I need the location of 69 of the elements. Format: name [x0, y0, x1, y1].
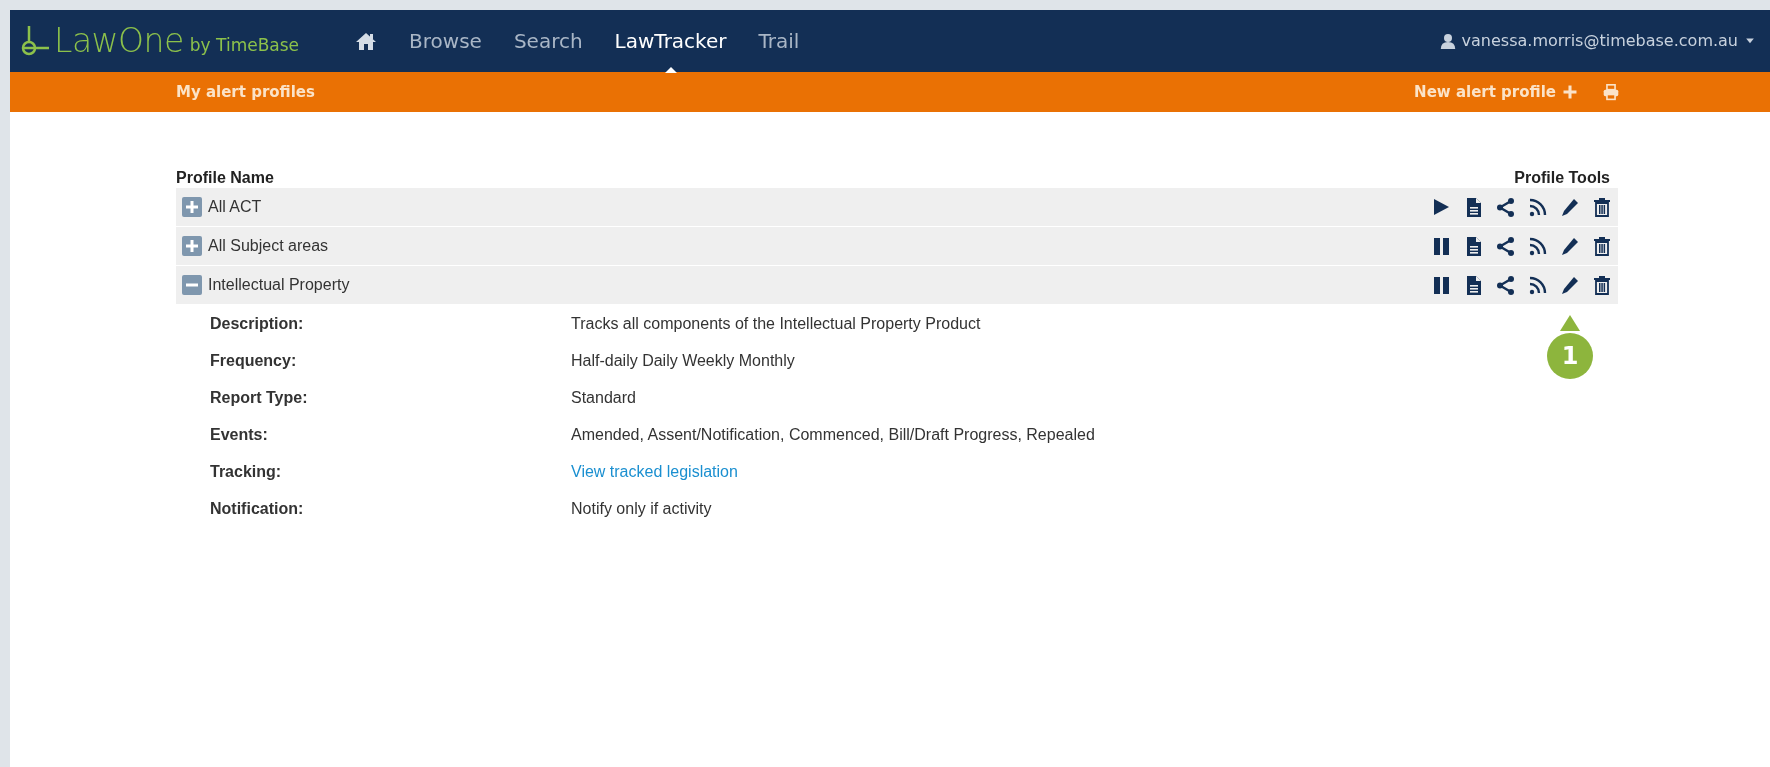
share-button[interactable]	[1496, 235, 1516, 257]
pencil-icon	[1560, 235, 1580, 257]
detail-value: Tracks all components of the Intellectual Property Product	[571, 313, 981, 334]
callout-badge: 1	[1547, 332, 1593, 379]
pause-icon	[1432, 235, 1452, 257]
detail-label: Report Type:	[210, 387, 309, 408]
share-button[interactable]	[1496, 274, 1516, 296]
pencil-icon	[1560, 274, 1580, 296]
print-icon	[1602, 83, 1620, 101]
pause-icon	[1432, 274, 1452, 296]
nav-link[interactable]: Browse	[393, 10, 498, 72]
user-icon	[1439, 32, 1456, 50]
document-icon	[1464, 274, 1484, 296]
plus-icon	[1562, 84, 1578, 100]
column-header: Profile Name	[176, 168, 274, 188]
rss-icon	[1528, 235, 1548, 257]
rss-button[interactable]	[1528, 196, 1548, 218]
expand-toggle[interactable]	[182, 275, 202, 295]
tracked-legislation-link[interactable]: View tracked legislation	[571, 459, 738, 484]
brand-name: LawOne	[54, 20, 184, 63]
detail-label: Notification:	[210, 498, 305, 519]
delete-button[interactable]	[1592, 274, 1612, 296]
expand-toggle[interactable]	[182, 236, 202, 256]
share-icon	[1496, 235, 1516, 257]
caret-icon	[1744, 36, 1756, 46]
rss-button[interactable]	[1528, 274, 1548, 296]
detail-value: Standard	[571, 387, 636, 408]
report-button[interactable]	[1464, 196, 1484, 218]
document-icon	[1464, 235, 1484, 257]
detail-label: Description:	[210, 313, 305, 334]
column-header: Profile Tools	[1514, 168, 1611, 188]
edit-button[interactable]	[1560, 235, 1580, 257]
delete-button[interactable]	[1592, 235, 1612, 257]
page-title: My alert profiles	[176, 81, 315, 103]
detail-value: Amended, Assent/Notification, Commenced, Bill/Draft Progress, Repealed	[571, 424, 1095, 445]
detail-label: Events:	[210, 424, 269, 445]
nav-link[interactable]: Search	[497, 10, 599, 72]
report-button[interactable]	[1464, 274, 1484, 296]
user-menu[interactable]: vanessa.morris@timebase.com.au	[1439, 29, 1756, 53]
rss-button[interactable]	[1528, 235, 1548, 257]
pencil-icon	[1560, 196, 1580, 218]
profile-name: All Subject areas	[208, 236, 329, 256]
nav-link[interactable]: Trail	[742, 10, 816, 72]
nav-link[interactable]: LawTracker	[598, 10, 743, 72]
detail-value: Half-daily Daily Weekly Monthly	[571, 350, 795, 371]
profile-name: Intellectual Property	[208, 275, 350, 295]
trash-icon	[1592, 196, 1612, 218]
document-icon	[1464, 196, 1484, 218]
trash-icon	[1592, 274, 1612, 296]
share-icon	[1496, 274, 1516, 296]
pause-button[interactable]	[1432, 274, 1452, 296]
user-email: vanessa.morris@timebase.com.au	[1461, 30, 1738, 52]
detail-label: Tracking:	[210, 461, 283, 482]
brand-tagline: by TimeBase	[189, 34, 300, 58]
home-icon	[355, 31, 378, 51]
profile-name: All ACT	[208, 197, 262, 217]
rss-icon	[1528, 196, 1548, 218]
report-button[interactable]	[1464, 235, 1484, 257]
pause-button[interactable]	[1432, 235, 1452, 257]
rss-icon	[1528, 274, 1548, 296]
detail-label: Frequency:	[210, 350, 298, 371]
trash-icon	[1592, 235, 1612, 257]
expand-toggle[interactable]	[182, 197, 202, 217]
share-button[interactable]	[1496, 196, 1516, 218]
share-icon	[1496, 196, 1516, 218]
detail-value: Notify only if activity	[571, 498, 712, 519]
logo-icon	[20, 24, 50, 58]
delete-button[interactable]	[1592, 196, 1612, 218]
edit-button[interactable]	[1560, 196, 1580, 218]
